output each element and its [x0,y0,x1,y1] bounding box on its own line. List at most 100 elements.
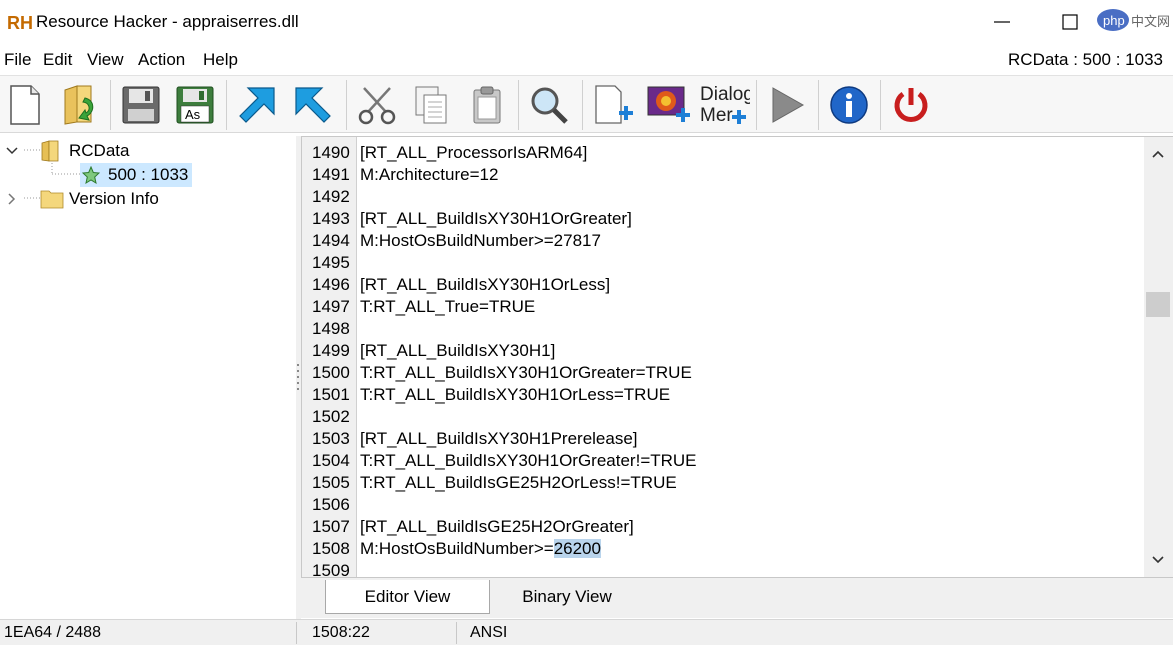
maximize-icon[interactable] [1060,12,1080,32]
svg-text:中文网: 中文网 [1131,15,1170,30]
code-line[interactable]: 1501 T:RT_ALL_BuildIsXY30H1OrLess=TRUE [302,384,1142,406]
code-line[interactable]: 1502 [302,406,1142,428]
menu-bar: File Edit View Action Help [0,46,1173,74]
info-button[interactable] [826,81,872,129]
compile-button[interactable] [234,81,280,129]
scrollbar-thumb[interactable] [1146,292,1170,317]
code-line[interactable]: 1495 [302,252,1142,274]
line-number: 1493 [312,209,350,228]
line-text: [RT_ALL_BuildIsXY30H1OrGreater] [360,208,632,230]
chevron-down-icon[interactable] [4,143,20,159]
code-line[interactable]: 1491 M:Architecture=12 [302,164,1142,186]
resource-id-label: RCData : 500 : 1033 [1008,50,1163,69]
line-text: [RT_ALL_BuildIsGE25H2OrGreater] [360,516,634,538]
line-text: M:Architecture=12 [360,164,498,186]
open-button[interactable] [58,81,104,129]
cut-button[interactable] [354,81,400,129]
code-editor[interactable]: 1490 [RT_ALL_ProcessorIsARM64] 1491 M:Archi… [301,136,1173,580]
scroll-down-icon[interactable] [1151,555,1165,565]
open-folder-icon [64,85,94,125]
view-tabs: Editor View Binary View [301,578,1173,618]
new-file-button[interactable] [2,81,48,129]
tab-binary-view[interactable]: Binary View [497,580,637,614]
toolbar-separator [226,80,227,130]
compile-icon [239,87,275,123]
dialog-menu-button[interactable]: Dialog Mer [698,81,750,129]
code-line[interactable]: 1507 [RT_ALL_BuildIsGE25H2OrGreater] [302,516,1142,538]
line-number: 1502 [312,407,350,426]
line-number: 1498 [312,319,350,338]
tree-node-500-1033[interactable]: 500 : 1033 [80,163,193,187]
code-line[interactable]: 1503 [RT_ALL_BuildIsXY30H1Prerelease] [302,428,1142,450]
menu-help[interactable]: Help [203,50,238,70]
status-encoding: ANSI [470,624,508,641]
line-content: [RT_ALL_BuildIsXY30H1OrLess] [360,275,611,294]
line-number: 1492 [312,187,350,206]
copy-button[interactable] [408,81,454,129]
chevron-right-icon[interactable] [4,191,20,207]
code-line[interactable]: 1500 T:RT_ALL_BuildIsXY30H1OrGreater=TRUE [302,362,1142,384]
tree-label-version-info: Version Info [69,189,159,208]
cut-icon [358,87,396,125]
line-content: T:RT_ALL_BuildIsXY30H1OrLess=TRUE [360,385,671,404]
info-icon [830,86,868,124]
line-text: T:RT_ALL_BuildIsXY30H1OrGreater=TRUE [360,362,692,384]
code-line[interactable]: 1508 M:HostOsBuildNumber>=26200 [302,538,1142,560]
code-line[interactable]: 1490 [RT_ALL_ProcessorIsARM64] [302,142,1142,164]
code-line[interactable]: 1505 T:RT_ALL_BuildIsGE25H2OrLess!=TRUE [302,472,1142,494]
grip-dot [297,376,299,378]
add-resource-button[interactable] [590,81,636,129]
line-text: M:HostOsBuildNumber>=26200 [360,538,601,560]
find-button[interactable] [526,81,572,129]
toolbar-separator [518,80,519,130]
menu-action[interactable]: Action [138,50,185,70]
save-as-button[interactable]: As [172,81,218,129]
line-text: [RT_ALL_BuildIsXY30H1OrLess] [360,274,610,296]
code-line[interactable]: 1493 [RT_ALL_BuildIsXY30H1OrGreater] [302,208,1142,230]
exit-icon [894,88,928,122]
tab-editor-view[interactable]: Editor View [325,580,490,614]
add-image-button[interactable] [646,81,692,129]
minimize-icon[interactable] [992,12,1012,32]
status-separator [296,622,297,644]
code-line[interactable]: 1506 [302,494,1142,516]
code-line[interactable]: 1504 T:RT_ALL_BuildIsXY30H1OrGreater!=TRU… [302,450,1142,472]
selected-text: 26200 [553,539,601,558]
scroll-up-icon[interactable] [1151,149,1165,159]
menu-label: Mer [700,105,733,126]
menu-edit[interactable]: Edit [43,50,72,70]
tree-node-rcdata[interactable]: RCData [4,139,129,163]
dialog-menu-icon: Dialog Mer [700,84,750,126]
tree-node-version-info[interactable]: Version Info [4,187,159,211]
vertical-scrollbar[interactable] [1144,137,1173,577]
menu-view[interactable]: View [87,50,124,70]
copy-icon [415,86,447,124]
exit-button[interactable] [888,81,934,129]
find-icon [531,87,568,124]
run-icon [772,87,805,123]
save-button[interactable] [118,81,164,129]
new-file-icon [10,85,40,125]
code-line[interactable]: 1499 [RT_ALL_BuildIsXY30H1] [302,340,1142,362]
dialog-label: Dialog [700,84,750,105]
import-button[interactable] [290,81,336,129]
menu-file[interactable]: File [4,50,31,70]
line-content: T:RT_ALL_BuildIsGE25H2OrLess!=TRUE [360,473,677,492]
grip-dot [297,388,299,390]
toolbar-separator [880,80,881,130]
status-separator [456,622,457,644]
paste-button[interactable] [464,81,510,129]
code-line[interactable]: 1494 M:HostOsBuildNumber>=27817 [302,230,1142,252]
run-button[interactable] [764,81,810,129]
code-line[interactable]: 1497 T:RT_ALL_True=TRUE [302,296,1142,318]
line-number: 1494 [312,231,350,250]
code-line[interactable]: 1492 [302,186,1142,208]
line-number: 1490 [312,143,350,162]
add-image-icon [647,86,690,122]
tree-label-rcdata: RCData [69,141,130,160]
save-icon [122,86,160,124]
code-line[interactable]: 1498 [302,318,1142,340]
line-number: 1501 [312,385,350,404]
code-line[interactable]: 1496 [RT_ALL_BuildIsXY30H1OrLess] [302,274,1142,296]
toolbar-separator [346,80,347,130]
